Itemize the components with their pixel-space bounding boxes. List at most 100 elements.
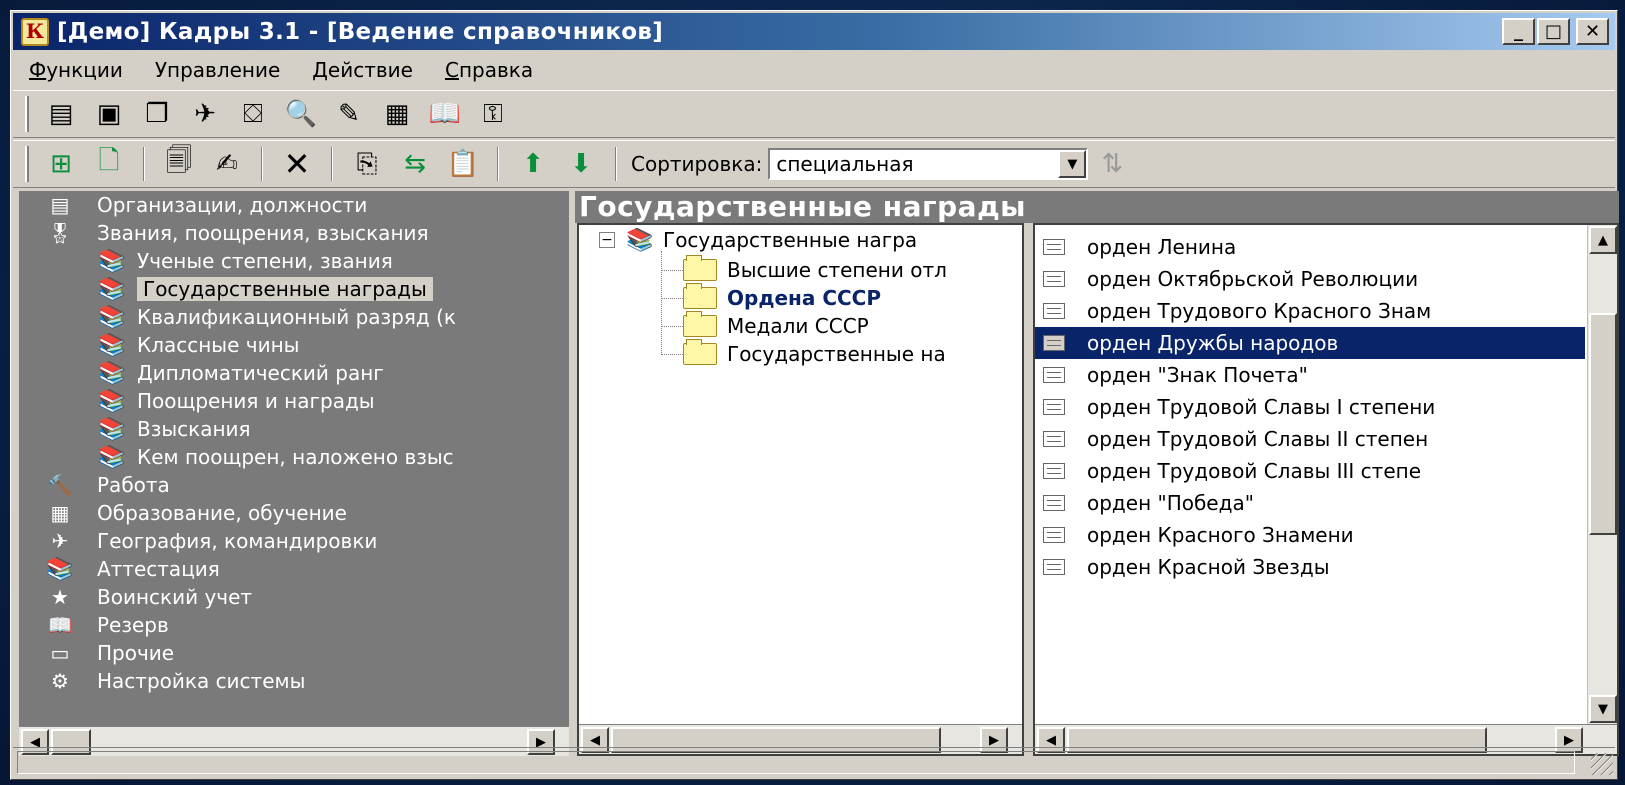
- view-document-icon[interactable]: 🗐: [159, 145, 199, 183]
- search-icon[interactable]: 🔍: [281, 95, 321, 133]
- tree-node-label: Высшие степени отл: [727, 258, 947, 282]
- toolbar-grip[interactable]: [25, 146, 29, 182]
- move-up-icon[interactable]: ⬆: [513, 145, 553, 183]
- sidebar-item-label: Резерв: [97, 613, 169, 637]
- directory-list-icon[interactable]: ▤: [41, 95, 81, 133]
- move-down-icon[interactable]: ⬇: [561, 145, 601, 183]
- card-icon[interactable]: ▣: [89, 95, 129, 133]
- list-item[interactable]: орден Трудового Красного Знам: [1035, 295, 1585, 327]
- sidebar-item[interactable]: 📚 Аттестация: [19, 555, 569, 583]
- awards-list: орден Ленина орден Октябрьской Революции о…: [1033, 223, 1619, 756]
- edit-document-icon[interactable]: ✍: [207, 145, 247, 183]
- sidebar-item[interactable]: ★ Воинский учет: [19, 583, 569, 611]
- menu-item-1[interactable]: Управление: [139, 58, 296, 82]
- list-item[interactable]: орден Трудовой Славы III степе: [1035, 455, 1585, 487]
- books-icon: 📚: [98, 248, 126, 274]
- tree-connector: [661, 354, 683, 355]
- sidebar-item[interactable]: 🎖 Звания, поощрения, взыскания: [19, 219, 569, 247]
- menu-item-0[interactable]: Функции: [13, 58, 139, 82]
- sidebar-item[interactable]: ✈ География, командировки: [19, 527, 569, 555]
- status-cell: [17, 751, 1575, 774]
- sidebar-item[interactable]: 📚 Взыскания: [19, 415, 569, 443]
- tree-node[interactable]: Ордена СССР: [683, 283, 881, 313]
- resize-grip-icon[interactable]: [1591, 753, 1613, 775]
- airplane-icon[interactable]: ✈: [185, 95, 225, 133]
- list-item[interactable]: орден Красного Знамени: [1035, 519, 1585, 551]
- list-item[interactable]: орден Красной Звезды: [1035, 551, 1585, 583]
- list-item[interactable]: орден "Победа": [1035, 487, 1585, 519]
- sidebar-item[interactable]: 📚 Ученые степени, звания: [19, 247, 569, 275]
- list-item[interactable]: орден Ленина: [1035, 231, 1585, 263]
- scroll-down-icon[interactable]: ▼: [1589, 695, 1617, 723]
- close-button[interactable]: ✕: [1576, 18, 1609, 45]
- title-bar[interactable]: К [Демо] Кадры 3.1 - [Ведение справочник…: [13, 13, 1615, 50]
- tree-node[interactable]: Медали СССР: [683, 311, 869, 341]
- move-icon[interactable]: ⇆: [395, 145, 435, 183]
- record-icon: [1043, 559, 1065, 575]
- apply-sort-icon[interactable]: ⇅: [1092, 145, 1132, 183]
- sidebar-item[interactable]: ▭ Прочие: [19, 639, 569, 667]
- collapse-icon[interactable]: −: [599, 232, 615, 248]
- tree-root[interactable]: − 📚 Государственные награ: [599, 225, 917, 255]
- sidebar-item[interactable]: ▦ Образование, обучение: [19, 499, 569, 527]
- sidebar-item-label: Ученые степени, звания: [137, 249, 393, 273]
- list-item[interactable]: орден "Знак Почета": [1035, 359, 1585, 391]
- add-folder-icon[interactable]: ⊞: [41, 145, 81, 183]
- table-icon[interactable]: ▦: [377, 95, 417, 133]
- sidebar-item-label: Аттестация: [97, 557, 220, 581]
- copy-icon[interactable]: ⎘: [347, 145, 387, 183]
- sidebar-item-label: Поощрения и награды: [137, 389, 375, 413]
- open-book-icon[interactable]: 📖: [425, 95, 465, 133]
- sidebar-item[interactable]: ▤ Организации, должности: [19, 191, 569, 219]
- paste-icon[interactable]: 📋: [443, 145, 483, 183]
- status-bar: [13, 747, 1615, 777]
- sort-select[interactable]: специальная ▼: [768, 148, 1089, 180]
- add-document-icon[interactable]: 🗋: [89, 145, 129, 183]
- briefcase-icon[interactable]: ⛋: [233, 95, 273, 133]
- key-icon[interactable]: ⚿: [473, 95, 513, 133]
- notepad-icon[interactable]: ✎: [329, 95, 369, 133]
- scroll-up-icon[interactable]: ▲: [1589, 226, 1617, 254]
- scroll-thumb[interactable]: [1589, 313, 1617, 535]
- record-icon: [1043, 431, 1065, 447]
- sidebar-item-label: Организации, должности: [97, 193, 368, 217]
- list-item[interactable]: орден Трудовой Славы II степен: [1035, 423, 1585, 455]
- list-item[interactable]: орден Октябрьской Революции: [1035, 263, 1585, 295]
- sidebar-item[interactable]: 📚 Дипломатический ранг: [19, 359, 569, 387]
- cards-stack-icon[interactable]: ❐: [137, 95, 177, 133]
- list-item[interactable]: орден Трудовой Славы I степени: [1035, 391, 1585, 423]
- sort-select-value: специальная: [776, 152, 914, 176]
- sidebar-item[interactable]: 🔨 Работа: [19, 471, 569, 499]
- sidebar-item[interactable]: 📚 Классные чины: [19, 331, 569, 359]
- sidebar-item-label: География, командировки: [97, 529, 378, 553]
- maximize-button[interactable]: □: [1537, 18, 1570, 45]
- list-item-label: орден Октябрьской Революции: [1087, 267, 1419, 291]
- list-vertical-scrollbar[interactable]: ▲ ▼: [1587, 225, 1617, 724]
- medal-icon: 🎖: [47, 221, 73, 245]
- sidebar-item[interactable]: 📚 Квалификационный разряд (к: [19, 303, 569, 331]
- books-icon: 📚: [98, 444, 126, 470]
- tree-connector: [661, 251, 662, 355]
- page-title: Государственные награды: [575, 191, 1619, 223]
- menu-item-2[interactable]: Действие: [296, 58, 429, 82]
- folder-icon: [683, 255, 717, 281]
- sidebar-item[interactable]: 📚 Кем поощрен, наложено взыс: [19, 443, 569, 471]
- toolbar-grip[interactable]: [25, 96, 29, 132]
- list-item-label: орден Красной Звезды: [1087, 555, 1330, 579]
- list-item-label: орден "Победа": [1087, 491, 1254, 515]
- sidebar-item-label: Звания, поощрения, взыскания: [97, 221, 429, 245]
- sidebar-item[interactable]: 📖 Резерв: [19, 611, 569, 639]
- toolbar-main: ▤ ▣ ❐ ✈ ⛋ 🔍 ✎ ▦ 📖 ⚿: [13, 90, 1615, 138]
- list-item[interactable]: орден Дружбы народов: [1035, 327, 1585, 359]
- sidebar-item[interactable]: 📚 Государственные награды: [19, 275, 569, 303]
- sidebar-item[interactable]: ⚙ Настройка системы: [19, 667, 569, 695]
- sidebar-item[interactable]: 📚 Поощрения и награды: [19, 387, 569, 415]
- chevron-down-icon[interactable]: ▼: [1058, 150, 1087, 178]
- minimize-button[interactable]: _: [1502, 18, 1535, 45]
- menu-item-3[interactable]: Справка: [429, 58, 549, 82]
- organization-icon: ▤: [50, 193, 70, 217]
- delete-icon[interactable]: ✕: [277, 145, 317, 183]
- tree-node[interactable]: Государственные на: [683, 339, 946, 369]
- tree-node[interactable]: Высшие степени отл: [683, 255, 947, 285]
- folder-icon: [683, 311, 717, 337]
